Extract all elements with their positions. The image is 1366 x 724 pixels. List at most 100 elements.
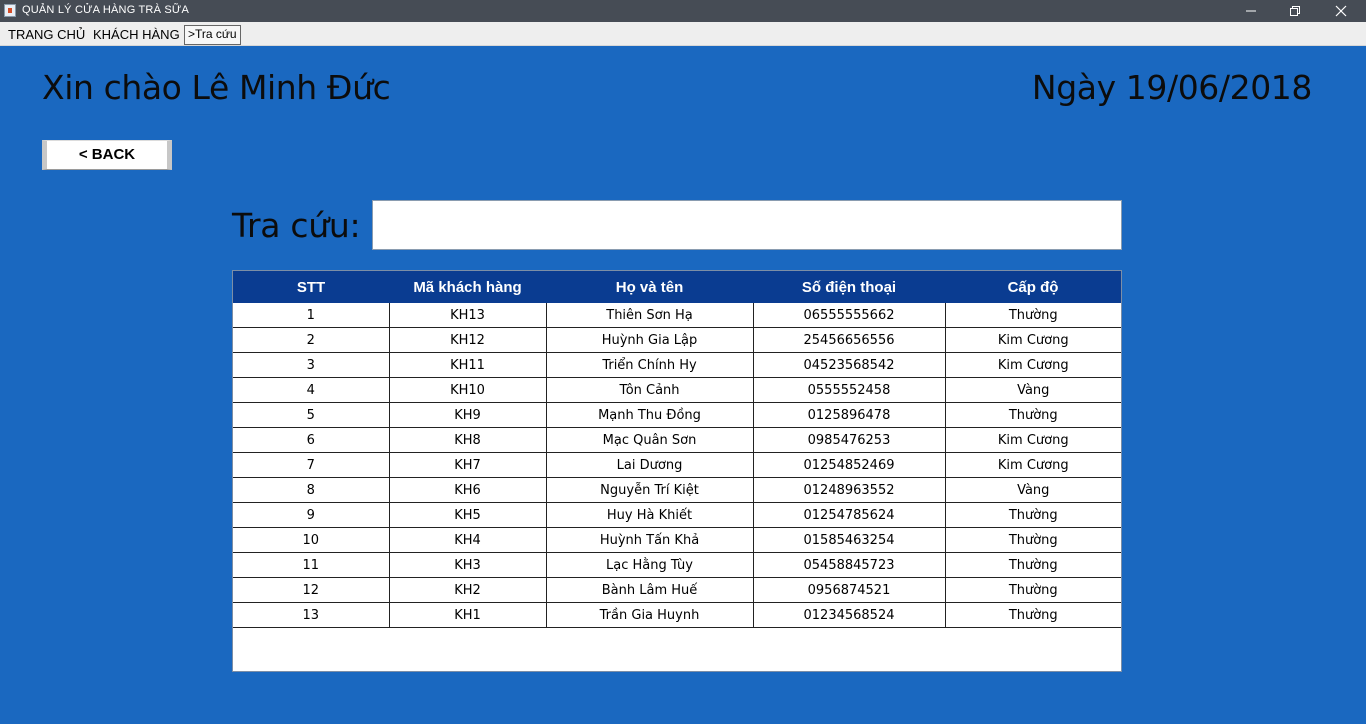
- cell-so-dien-thoai[interactable]: 01234568524: [753, 602, 946, 628]
- back-button[interactable]: < BACK: [42, 140, 172, 170]
- cell-so-dien-thoai[interactable]: 25456656556: [753, 327, 946, 353]
- table-row[interactable]: 2 KH12 Huỳnh Gia Lập 25456656556 Kim Cươ…: [233, 327, 1121, 353]
- minimize-button[interactable]: [1228, 0, 1274, 22]
- cell-so-dien-thoai[interactable]: 0555552458: [753, 377, 946, 403]
- cell-ho-va-ten[interactable]: Mạnh Thu Đồng: [546, 402, 754, 428]
- close-button[interactable]: [1318, 0, 1364, 22]
- cell-ho-va-ten[interactable]: Bành Lâm Huế: [546, 577, 754, 603]
- restore-button[interactable]: [1272, 0, 1318, 22]
- cell-ho-va-ten[interactable]: Huỳnh Gia Lập: [546, 327, 754, 353]
- window-title: QUẢN LÝ CỬA HÀNG TRÀ SỮA: [22, 4, 190, 16]
- column-header-cap-do[interactable]: Cấp độ: [945, 271, 1121, 303]
- table-row[interactable]: 7 KH7 Lai Dương 01254852469 Kim Cương: [233, 452, 1121, 478]
- search-input[interactable]: [372, 200, 1122, 250]
- cell-cap-do[interactable]: Thường: [945, 402, 1121, 428]
- cell-ma-khach-hang[interactable]: KH6: [389, 477, 547, 503]
- search-label: Tra cứu:: [232, 206, 361, 245]
- cell-stt[interactable]: 10: [233, 527, 390, 553]
- cell-so-dien-thoai[interactable]: 0985476253: [753, 427, 946, 453]
- table-row[interactable]: 6 KH8 Mạc Quân Sơn 0985476253 Kim Cương: [233, 427, 1121, 453]
- cell-stt[interactable]: 12: [233, 577, 390, 603]
- cell-ma-khach-hang[interactable]: KH8: [389, 427, 547, 453]
- cell-cap-do[interactable]: Kim Cương: [945, 327, 1121, 353]
- cell-so-dien-thoai[interactable]: 01254852469: [753, 452, 946, 478]
- cell-so-dien-thoai[interactable]: 01585463254: [753, 527, 946, 553]
- table-row[interactable]: 10 KH4 Huỳnh Tấn Khả 01585463254 Thường: [233, 527, 1121, 553]
- menu-item-khach-hang[interactable]: KHÁCH HÀNG: [93, 26, 180, 44]
- cell-ma-khach-hang[interactable]: KH5: [389, 502, 547, 528]
- cell-ho-va-ten[interactable]: Trần Gia Huynh: [546, 602, 754, 628]
- cell-ma-khach-hang[interactable]: KH9: [389, 402, 547, 428]
- cell-so-dien-thoai[interactable]: 0125896478: [753, 402, 946, 428]
- cell-stt[interactable]: 7: [233, 452, 390, 478]
- customer-table: STT Mã khách hàng Họ và tên Số điện thoạ…: [232, 270, 1122, 672]
- cell-stt[interactable]: 2: [233, 327, 390, 353]
- cell-cap-do[interactable]: Thường: [945, 303, 1121, 328]
- table-row[interactable]: 8 KH6 Nguyễn Trí Kiệt 01248963552 Vàng: [233, 477, 1121, 503]
- cell-stt[interactable]: 8: [233, 477, 390, 503]
- table-row[interactable]: 1 KH13 Thiên Sơn Hạ 06555555662 Thường: [233, 303, 1121, 328]
- cell-stt[interactable]: 3: [233, 352, 390, 378]
- column-header-so-dien-thoai[interactable]: Số điện thoại: [753, 271, 945, 303]
- cell-ma-khach-hang[interactable]: KH4: [389, 527, 547, 553]
- table-row[interactable]: 4 KH10 Tôn Cảnh 0555552458 Vàng: [233, 377, 1121, 403]
- menu-item-tra-cuu[interactable]: >Tra cứu: [184, 25, 241, 45]
- cell-ma-khach-hang[interactable]: KH12: [389, 327, 547, 353]
- window-titlebar: QUẢN LÝ CỬA HÀNG TRÀ SỮA: [0, 0, 1366, 22]
- cell-so-dien-thoai[interactable]: 05458845723: [753, 552, 946, 578]
- cell-so-dien-thoai[interactable]: 01248963552: [753, 477, 946, 503]
- cell-so-dien-thoai[interactable]: 0956874521: [753, 577, 946, 603]
- cell-cap-do[interactable]: Kim Cương: [945, 352, 1121, 378]
- cell-ma-khach-hang[interactable]: KH7: [389, 452, 547, 478]
- cell-ho-va-ten[interactable]: Thiên Sơn Hạ: [546, 303, 754, 328]
- cell-stt[interactable]: 5: [233, 402, 390, 428]
- cell-ma-khach-hang[interactable]: KH1: [389, 602, 547, 628]
- cell-ho-va-ten[interactable]: Lạc Hằng Tùy: [546, 552, 754, 578]
- cell-ho-va-ten[interactable]: Mạc Quân Sơn: [546, 427, 754, 453]
- cell-cap-do[interactable]: Vàng: [945, 377, 1121, 403]
- column-header-stt[interactable]: STT: [233, 271, 389, 303]
- table-row[interactable]: 3 KH11 Triển Chính Hy 04523568542 Kim Cư…: [233, 352, 1121, 378]
- cell-ho-va-ten[interactable]: Huỳnh Tấn Khả: [546, 527, 754, 553]
- table-row[interactable]: 11 KH3 Lạc Hằng Tùy 05458845723 Thường: [233, 552, 1121, 578]
- cell-stt[interactable]: 1: [233, 303, 390, 328]
- cell-ho-va-ten[interactable]: Tôn Cảnh: [546, 377, 754, 403]
- cell-cap-do[interactable]: Thường: [945, 552, 1121, 578]
- cell-stt[interactable]: 11: [233, 552, 390, 578]
- column-header-ma-khach-hang[interactable]: Mã khách hàng: [389, 271, 546, 303]
- cell-ho-va-ten[interactable]: Nguyễn Trí Kiệt: [546, 477, 754, 503]
- menu-item-trang-chu[interactable]: TRANG CHỦ: [8, 26, 85, 44]
- cell-ho-va-ten[interactable]: Lai Dương: [546, 452, 754, 478]
- app-icon: [4, 4, 16, 17]
- cell-stt[interactable]: 13: [233, 602, 390, 628]
- cell-so-dien-thoai[interactable]: 06555555662: [753, 303, 946, 328]
- cell-stt[interactable]: 9: [233, 502, 390, 528]
- cell-ma-khach-hang[interactable]: KH10: [389, 377, 547, 403]
- cell-so-dien-thoai[interactable]: 04523568542: [753, 352, 946, 378]
- table-row[interactable]: 9 KH5 Huy Hà Khiết 01254785624 Thường: [233, 502, 1121, 528]
- table-row[interactable]: 5 KH9 Mạnh Thu Đồng 0125896478 Thường: [233, 402, 1121, 428]
- close-icon: [1335, 5, 1347, 17]
- table-row[interactable]: 13 KH1 Trần Gia Huynh 01234568524 Thường: [233, 602, 1121, 628]
- cell-ma-khach-hang[interactable]: KH2: [389, 577, 547, 603]
- cell-ma-khach-hang[interactable]: KH11: [389, 352, 547, 378]
- table-row[interactable]: 12 KH2 Bành Lâm Huế 0956874521 Thường: [233, 577, 1121, 603]
- column-header-ho-va-ten[interactable]: Họ và tên: [546, 271, 753, 303]
- cell-cap-do[interactable]: Kim Cương: [945, 427, 1121, 453]
- cell-so-dien-thoai[interactable]: 01254785624: [753, 502, 946, 528]
- cell-ho-va-ten[interactable]: Triển Chính Hy: [546, 352, 754, 378]
- cell-cap-do[interactable]: Vàng: [945, 477, 1121, 503]
- cell-cap-do[interactable]: Thường: [945, 577, 1121, 603]
- cell-cap-do[interactable]: Kim Cương: [945, 452, 1121, 478]
- cell-stt[interactable]: 6: [233, 427, 390, 453]
- cell-cap-do[interactable]: Thường: [945, 602, 1121, 628]
- cell-ma-khach-hang[interactable]: KH13: [389, 303, 547, 328]
- cell-cap-do[interactable]: Thường: [945, 527, 1121, 553]
- date-text: Ngày 19/06/2018: [1031, 68, 1312, 107]
- cell-cap-do[interactable]: Thường: [945, 502, 1121, 528]
- cell-ho-va-ten[interactable]: Huy Hà Khiết: [546, 502, 754, 528]
- cell-ma-khach-hang[interactable]: KH3: [389, 552, 547, 578]
- restore-icon: [1290, 6, 1300, 16]
- greeting-text: Xin chào Lê Minh Đức: [42, 68, 391, 107]
- cell-stt[interactable]: 4: [233, 377, 390, 403]
